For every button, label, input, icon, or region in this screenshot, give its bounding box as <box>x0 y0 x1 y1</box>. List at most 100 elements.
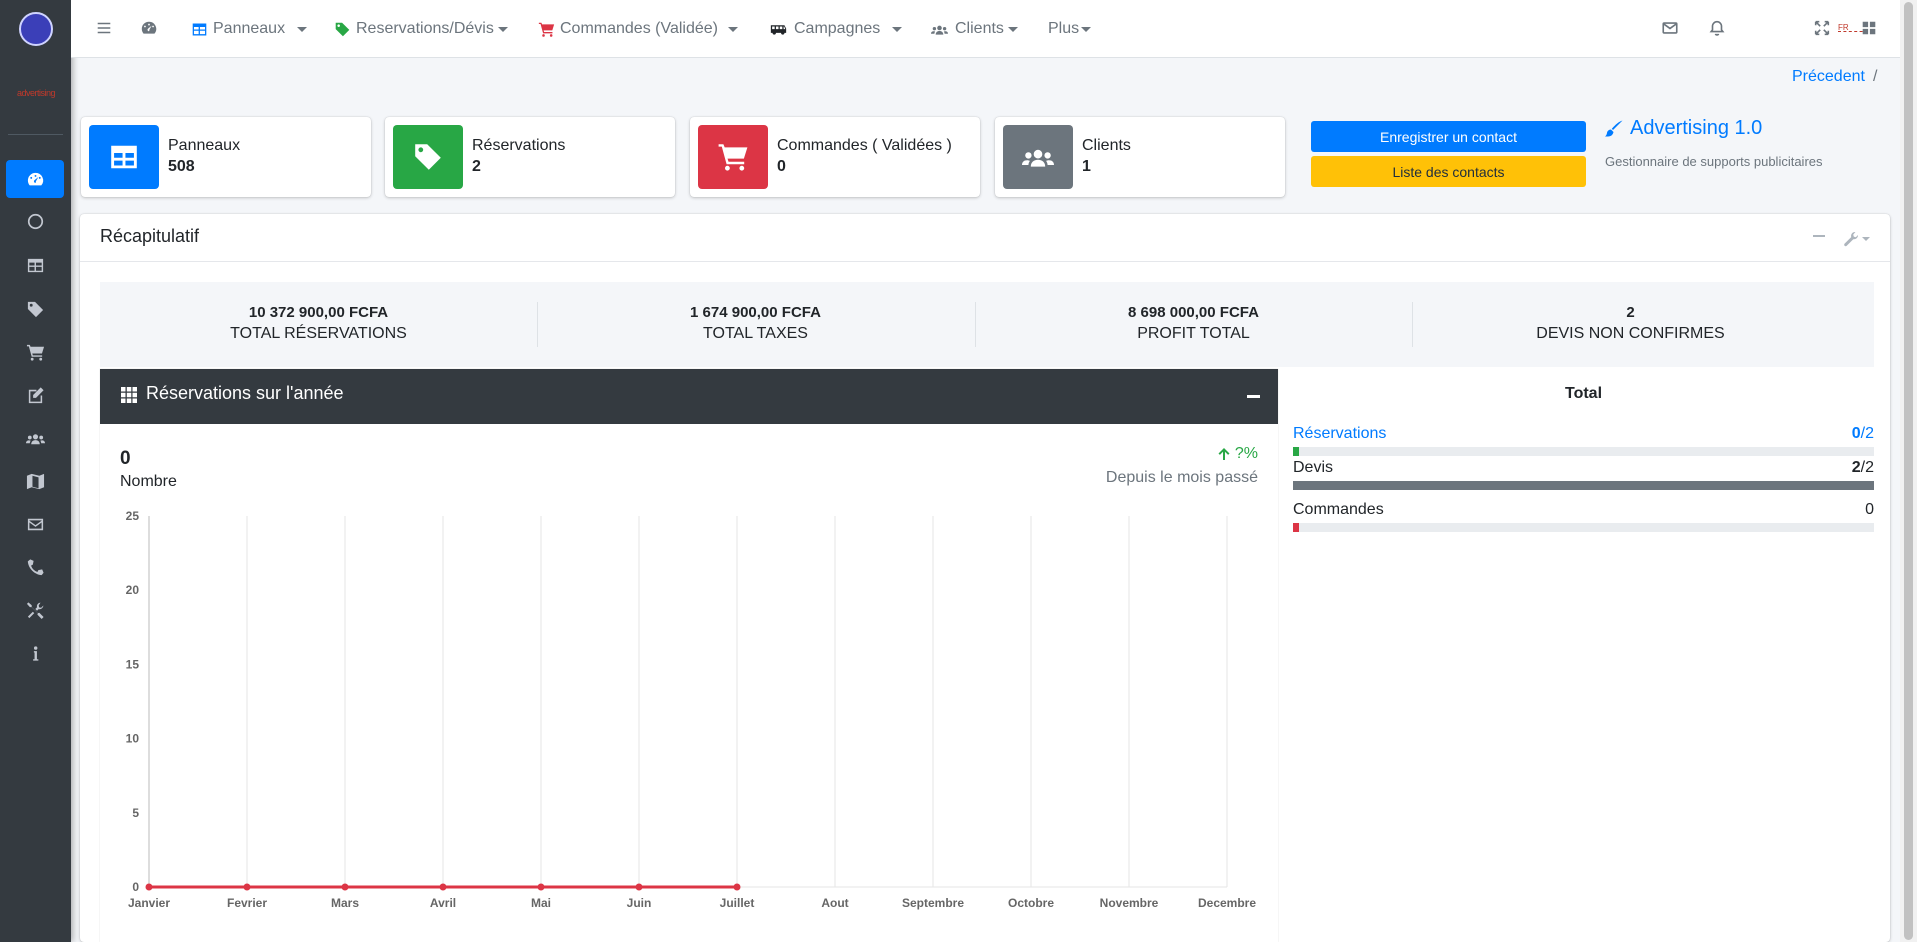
nav-panneaux[interactable]: Panneaux <box>191 18 308 40</box>
progress-fill <box>1293 447 1299 456</box>
sidebar-item-panneaux[interactable] <box>6 246 64 284</box>
nav-campagnes[interactable]: Campagnes <box>768 18 903 40</box>
y-tick-label: 15 <box>126 657 140 671</box>
sidebar-item-clients[interactable] <box>6 419 64 457</box>
chevron-down-icon <box>497 26 508 32</box>
progress-label: Commandes <box>1293 501 1384 518</box>
notifications-button[interactable] <box>1708 19 1728 39</box>
sidebar-divider <box>8 134 63 135</box>
sidebar-item-circle[interactable] <box>6 202 64 240</box>
tachometer-icon <box>27 172 43 185</box>
info-box-value: 1 <box>1082 158 1091 175</box>
progress-total: 2 <box>1865 459 1874 476</box>
info-box-value: 0 <box>777 158 786 175</box>
x-tick-label: Septembre <box>902 896 964 910</box>
sidebar-item-about[interactable] <box>6 634 64 672</box>
x-tick-label: Janvier <box>128 896 170 910</box>
settings-dropdown-button[interactable] <box>1843 231 1870 247</box>
data-point <box>635 883 643 891</box>
chevron-down-icon <box>1081 26 1092 32</box>
info-box-icon-bg <box>393 125 463 189</box>
progress-count: 0 <box>1865 501 1874 519</box>
app-title: Advertising 1.0 <box>1604 117 1762 140</box>
x-tick-label: Fevrier <box>227 896 267 910</box>
summary-label: DEVIS NON CONFIRMES <box>1536 325 1725 342</box>
sidebar-item-edit[interactable] <box>6 376 64 414</box>
tools-icon <box>26 601 44 619</box>
collapse-button[interactable] <box>1811 228 1827 249</box>
tachometer-icon <box>141 21 157 34</box>
sidebar-item-messages[interactable] <box>6 505 64 543</box>
y-tick-label: 10 <box>126 732 140 746</box>
minus-icon <box>1813 235 1825 237</box>
sidebar-item-reservations[interactable] <box>6 290 64 328</box>
nav-clients[interactable]: Clients <box>929 18 1018 40</box>
info-box-label: Panneaux <box>168 137 241 154</box>
fullscreen-button[interactable] <box>1813 19 1833 39</box>
sidebar: advertising <box>0 0 71 942</box>
progress-current: 0 <box>1851 425 1861 442</box>
page-scrollbar[interactable] <box>1900 0 1917 942</box>
dashboard-link[interactable] <box>140 19 160 39</box>
brand-logo[interactable] <box>19 12 53 46</box>
breadcrumb-previous-link[interactable]: Précedent <box>1792 68 1865 86</box>
summary-value: 10 372 900,00 FCFA <box>248 304 389 321</box>
info-box-label: Clients <box>1082 137 1131 154</box>
info-box-panneaux[interactable]: Panneaux 508 <box>81 117 371 197</box>
data-point <box>733 883 741 891</box>
reservations-chart-card: Réservations sur l'année 0 Nombre ?% Dep… <box>100 369 1278 942</box>
cart-icon <box>26 344 44 361</box>
nav-reservations-label: Reservations/Dévis <box>356 20 494 37</box>
info-box-clients[interactable]: Clients 1 <box>995 117 1285 197</box>
info-box-commandes[interactable]: Commandes ( Validées ) 0 <box>690 117 980 197</box>
recap-card-header: Récapitulatif <box>80 214 1890 262</box>
sidebar-item-dashboard[interactable] <box>6 160 64 198</box>
data-point <box>537 883 545 891</box>
brand-wordmark: advertising <box>16 88 56 98</box>
nav-commandes[interactable]: Commandes (Validée) <box>538 18 738 40</box>
progress-count: 0/2 <box>1852 425 1874 443</box>
totals-title: Total <box>1564 385 1603 402</box>
envelope-icon <box>1662 22 1678 34</box>
info-box-reservations[interactable]: Réservations 2 <box>385 117 675 197</box>
scrollbar-thumb[interactable] <box>1904 2 1913 940</box>
x-tick-label: Mars <box>331 896 359 910</box>
x-tick-label: Decembre <box>1198 896 1256 910</box>
contact-list-button[interactable]: Liste des contacts <box>1311 156 1586 187</box>
info-box-label: Réservations <box>472 137 566 154</box>
sidebar-item-map[interactable] <box>6 462 64 500</box>
x-tick-label: Aout <box>821 896 848 910</box>
tag-icon <box>335 22 350 36</box>
progress-fill <box>1293 481 1874 490</box>
messages-button[interactable] <box>1661 19 1681 39</box>
nav-campagnes-label: Campagnes <box>794 20 881 37</box>
progress-total: 2 <box>1865 425 1874 442</box>
cart-icon <box>538 22 555 37</box>
breadcrumb-separator: / <box>1872 68 1878 85</box>
nav-plus[interactable]: Plus <box>1048 18 1092 40</box>
control-sidebar-button[interactable] <box>1860 19 1880 39</box>
progress-label-link[interactable]: Réservations <box>1293 425 1386 443</box>
menu-toggle-button[interactable] <box>95 19 115 39</box>
y-tick-label: 20 <box>126 583 140 597</box>
nav-reservations[interactable]: Reservations/Dévis <box>334 18 508 40</box>
paint-brush-icon <box>1605 120 1623 136</box>
users-icon <box>25 433 45 444</box>
sidebar-item-contacts[interactable] <box>6 548 64 586</box>
users-icon <box>931 25 948 35</box>
recap-card: Récapitulatif 10 372 900,00 FCFA TOTAL R… <box>80 214 1890 942</box>
summary-total-taxes: 1 674 900,00 FCFA TOTAL TAXES <box>537 282 974 367</box>
sidebar-item-tools[interactable] <box>6 591 64 629</box>
hamburger-icon <box>97 22 111 34</box>
summary-value: 2 <box>1626 304 1635 321</box>
recap-title: Récapitulatif <box>100 226 200 246</box>
summary-devis-non-confirmes: 2 DEVIS NON CONFIRMES <box>1412 282 1849 367</box>
table-icon <box>192 23 207 35</box>
y-tick-label: 5 <box>132 806 139 820</box>
y-tick-label: 0 <box>132 880 139 894</box>
table-icon <box>111 145 137 169</box>
register-contact-button[interactable]: Enregistrer un contact <box>1311 121 1586 152</box>
wrench-icon <box>1844 231 1859 246</box>
sidebar-item-commandes[interactable] <box>6 333 64 371</box>
reservations-line-chart: Janvier Fevrier Mars Avril Mai Juin Juillet Aou… <box>126 509 1257 910</box>
